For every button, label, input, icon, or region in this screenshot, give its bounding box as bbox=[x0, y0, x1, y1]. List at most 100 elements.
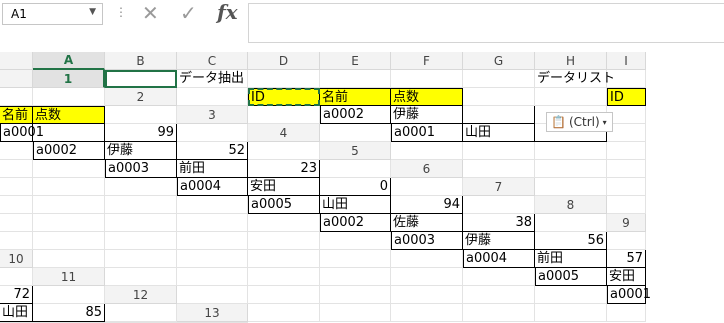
cell[interactable] bbox=[33, 160, 105, 178]
cell[interactable] bbox=[535, 214, 607, 232]
cell[interactable] bbox=[105, 106, 177, 124]
cell[interactable] bbox=[535, 88, 607, 106]
extract-cell[interactable] bbox=[463, 106, 535, 124]
cell[interactable] bbox=[391, 142, 463, 160]
datalist-cell[interactable]: a0002 bbox=[33, 142, 105, 160]
cell[interactable] bbox=[463, 160, 535, 178]
cell[interactable] bbox=[391, 70, 463, 88]
extract-header-0[interactable]: ID bbox=[248, 88, 320, 106]
datalist-cell[interactable] bbox=[33, 124, 105, 142]
datalist-cell[interactable]: a0003 bbox=[105, 160, 177, 178]
datalist-cell[interactable]: 安田 bbox=[248, 178, 320, 196]
cell[interactable] bbox=[463, 70, 535, 88]
cell[interactable] bbox=[320, 160, 391, 178]
cell[interactable] bbox=[248, 304, 320, 322]
extract-header-2[interactable]: 点数 bbox=[391, 88, 463, 106]
cell[interactable] bbox=[177, 250, 248, 268]
cell[interactable] bbox=[248, 214, 320, 232]
cell[interactable] bbox=[177, 124, 248, 142]
cell[interactable] bbox=[320, 70, 391, 88]
cell[interactable] bbox=[463, 142, 535, 160]
cell[interactable] bbox=[105, 178, 177, 196]
cell[interactable] bbox=[463, 88, 535, 106]
cell[interactable] bbox=[248, 70, 320, 88]
cell[interactable] bbox=[105, 304, 177, 322]
cell[interactable] bbox=[0, 196, 33, 214]
cell[interactable] bbox=[320, 250, 391, 268]
row-header-3[interactable]: 3 bbox=[177, 106, 248, 124]
cell[interactable] bbox=[248, 286, 320, 304]
cell[interactable] bbox=[177, 286, 248, 304]
cell[interactable] bbox=[607, 196, 646, 214]
cell[interactable] bbox=[320, 268, 391, 286]
cell[interactable] bbox=[0, 214, 33, 232]
insert-function-icon[interactable]: fx bbox=[217, 0, 238, 24]
cell[interactable] bbox=[607, 304, 646, 322]
row-header-13[interactable]: 13 bbox=[177, 304, 248, 322]
datalist-title[interactable]: データリスト bbox=[535, 70, 615, 88]
datalist-header-0[interactable]: ID bbox=[607, 88, 646, 106]
datalist-cell[interactable]: a0001 bbox=[607, 286, 651, 304]
extract-cell[interactable]: a0002 bbox=[320, 106, 391, 124]
cell[interactable] bbox=[0, 232, 33, 250]
row-header-7[interactable]: 7 bbox=[463, 178, 535, 196]
name-box[interactable]: A1 ▼ bbox=[2, 3, 103, 25]
cell[interactable] bbox=[177, 196, 248, 214]
cell[interactable] bbox=[248, 142, 320, 160]
cell[interactable] bbox=[177, 88, 248, 106]
cell[interactable] bbox=[33, 286, 105, 304]
extract-cell[interactable]: a0001 bbox=[391, 124, 463, 142]
cell[interactable] bbox=[248, 250, 320, 268]
column-header-e[interactable]: E bbox=[320, 52, 391, 70]
row-header-8[interactable]: 8 bbox=[535, 196, 607, 214]
row-header-4[interactable]: 4 bbox=[248, 124, 320, 142]
cell[interactable] bbox=[248, 106, 320, 124]
cell[interactable] bbox=[177, 214, 248, 232]
datalist-cell[interactable]: 99 bbox=[105, 124, 177, 142]
cell[interactable] bbox=[391, 268, 463, 286]
datalist-cell[interactable]: 85 bbox=[33, 304, 105, 322]
datalist-cell[interactable]: a0001 bbox=[0, 124, 44, 142]
datalist-cell[interactable]: 52 bbox=[177, 142, 248, 160]
column-header-f[interactable]: F bbox=[391, 52, 463, 70]
cell[interactable] bbox=[391, 286, 463, 304]
cell[interactable] bbox=[248, 232, 320, 250]
cell[interactable] bbox=[33, 232, 105, 250]
datalist-cell[interactable]: 57 bbox=[607, 250, 646, 268]
datalist-cell[interactable]: 安田 bbox=[607, 268, 646, 286]
cell[interactable] bbox=[33, 196, 105, 214]
cell[interactable] bbox=[0, 142, 33, 160]
datalist-cell[interactable]: 56 bbox=[535, 232, 607, 250]
active-cell-a1[interactable] bbox=[105, 70, 177, 88]
cell[interactable] bbox=[535, 142, 607, 160]
cell[interactable] bbox=[607, 70, 646, 88]
row-header-6[interactable]: 6 bbox=[391, 160, 463, 178]
chevron-down-icon[interactable]: ▼ bbox=[89, 7, 96, 17]
cell[interactable] bbox=[607, 160, 646, 178]
cell[interactable] bbox=[535, 160, 607, 178]
datalist-cell[interactable]: a0002 bbox=[320, 214, 391, 232]
row-header-11[interactable]: 11 bbox=[33, 268, 105, 286]
datalist-cell[interactable]: 94 bbox=[391, 196, 463, 214]
cell[interactable] bbox=[463, 286, 535, 304]
formula-input[interactable] bbox=[248, 3, 724, 43]
cell[interactable] bbox=[463, 304, 535, 322]
datalist-cell[interactable]: 山田 bbox=[0, 304, 33, 322]
datalist-cell[interactable]: a0005 bbox=[248, 196, 320, 214]
column-header-c[interactable]: C bbox=[177, 52, 248, 70]
cell[interactable] bbox=[607, 142, 646, 160]
row-header-10[interactable]: 10 bbox=[0, 250, 33, 268]
cell[interactable] bbox=[0, 178, 33, 196]
datalist-cell[interactable]: 23 bbox=[248, 160, 320, 178]
cell[interactable] bbox=[391, 304, 463, 322]
cell[interactable] bbox=[177, 268, 248, 286]
cell[interactable] bbox=[535, 304, 607, 322]
cell[interactable] bbox=[607, 232, 646, 250]
cell[interactable] bbox=[320, 286, 391, 304]
column-header-b[interactable]: B bbox=[105, 52, 177, 70]
row-header-12[interactable]: 12 bbox=[105, 286, 177, 304]
cell[interactable] bbox=[0, 88, 33, 106]
cell[interactable] bbox=[320, 232, 391, 250]
cell[interactable] bbox=[535, 178, 607, 196]
cell[interactable] bbox=[33, 88, 105, 106]
